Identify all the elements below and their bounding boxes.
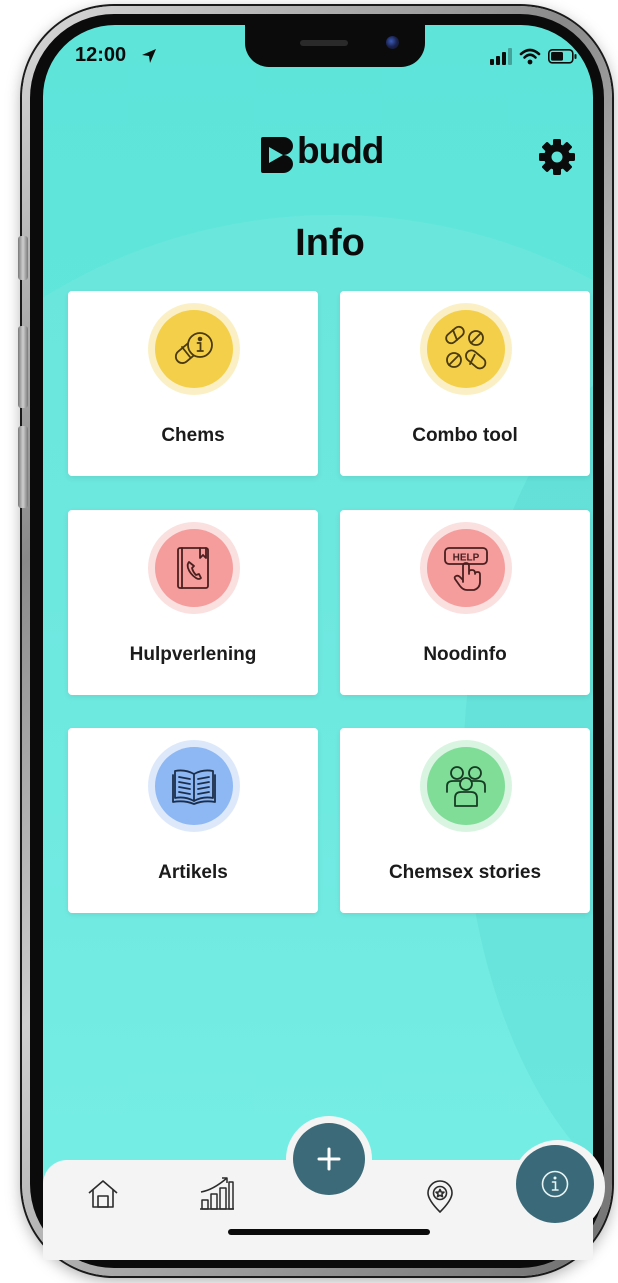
home-icon[interactable] bbox=[87, 1179, 119, 1209]
open-book-icon bbox=[172, 769, 216, 805]
icon-disc bbox=[427, 747, 505, 825]
tile-chemsex-stories[interactable]: Chemsex stories bbox=[340, 728, 590, 913]
location-pin-icon[interactable] bbox=[425, 1180, 455, 1214]
page-title: Info bbox=[295, 222, 365, 264]
front-camera bbox=[386, 36, 399, 49]
tile-chems[interactable]: Chems bbox=[68, 291, 318, 476]
wifi-icon bbox=[519, 48, 541, 65]
tile-label: Chems bbox=[161, 425, 225, 446]
add-icon bbox=[317, 1147, 341, 1171]
icon-ring bbox=[420, 303, 512, 395]
tile-noodinfo[interactable]: HELP Noodinfo bbox=[340, 510, 590, 695]
info-button[interactable] bbox=[516, 1145, 594, 1223]
tile-label: Chemsex stories bbox=[388, 862, 542, 883]
status-time: 12:00 bbox=[75, 44, 127, 66]
tile-artikels[interactable]: Artikels bbox=[68, 728, 318, 913]
icon-disc bbox=[155, 529, 233, 607]
budd-logo-icon bbox=[261, 137, 293, 173]
tile-label: Artikels bbox=[158, 862, 228, 883]
help-button-icon: HELP bbox=[444, 547, 488, 591]
volume-up-button bbox=[18, 326, 28, 408]
icon-ring bbox=[148, 522, 240, 614]
tile-label: Combo tool bbox=[412, 425, 518, 446]
earpiece-speaker bbox=[300, 40, 348, 46]
icon-disc bbox=[155, 747, 233, 825]
notch bbox=[245, 25, 425, 67]
logo-text: budd bbox=[297, 130, 384, 171]
pills-combo-icon bbox=[445, 325, 487, 370]
status-icons bbox=[490, 48, 577, 65]
tile-label: Noodinfo bbox=[423, 644, 507, 665]
stats-chart-icon[interactable] bbox=[199, 1175, 235, 1211]
gear-icon[interactable] bbox=[538, 138, 576, 176]
icon-disc bbox=[155, 310, 233, 388]
tile-combo-tool[interactable]: Combo tool bbox=[340, 291, 590, 476]
help-text: HELP bbox=[453, 553, 480, 564]
icon-ring bbox=[148, 740, 240, 832]
people-group-icon bbox=[446, 766, 486, 807]
tile-hulpverlening[interactable]: Hulpverlening bbox=[68, 510, 318, 695]
icon-disc bbox=[427, 310, 505, 388]
tile-label: Hulpverlening bbox=[129, 644, 257, 665]
pill-info-icon bbox=[174, 332, 213, 364]
info-icon bbox=[541, 1170, 569, 1198]
cellular-signal-icon bbox=[490, 48, 512, 65]
volume-down-button bbox=[18, 426, 28, 508]
icon-disc: HELP bbox=[427, 529, 505, 607]
icon-ring bbox=[148, 303, 240, 395]
home-indicator bbox=[228, 1229, 430, 1235]
battery-icon bbox=[548, 49, 577, 64]
add-button[interactable] bbox=[293, 1123, 365, 1195]
location-arrow-icon bbox=[142, 49, 156, 63]
phone-book-icon bbox=[177, 547, 209, 589]
icon-ring: HELP bbox=[420, 522, 512, 614]
icon-ring bbox=[420, 740, 512, 832]
